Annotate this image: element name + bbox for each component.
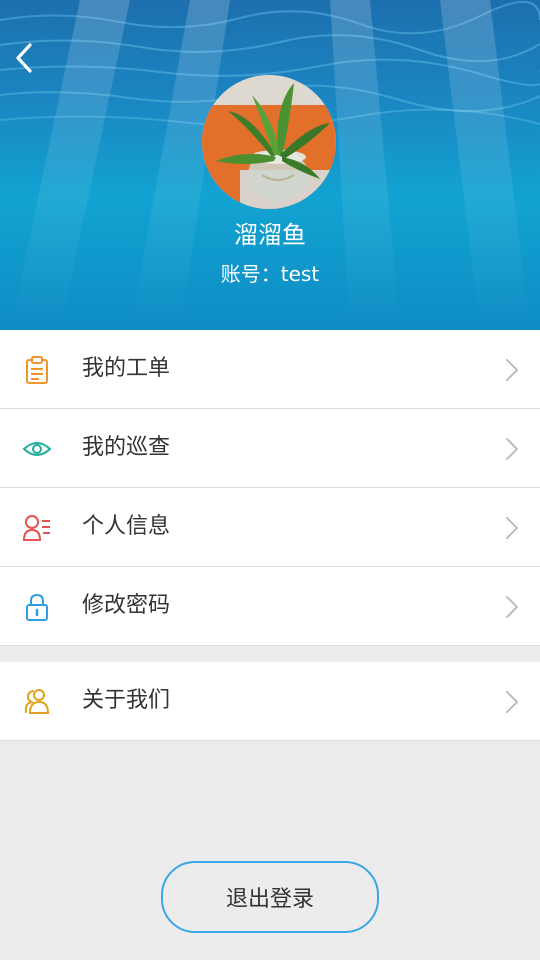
- menu-item-label: 我的巡查: [82, 435, 171, 460]
- back-button[interactable]: [8, 38, 40, 78]
- menu-item-work-orders[interactable]: 我的工单: [0, 330, 540, 409]
- menu-item-about-us[interactable]: 关于我们: [0, 662, 540, 741]
- menu-item-label: 个人信息: [82, 514, 171, 539]
- clipboard-icon: [22, 355, 52, 385]
- chevron-right-icon: [506, 691, 518, 713]
- eye-icon: [22, 434, 52, 464]
- menu-item-label: 修改密码: [82, 593, 171, 618]
- user-name: 溜溜鱼: [234, 221, 306, 249]
- menu-item-inspections[interactable]: 我的巡查: [0, 409, 540, 488]
- menu-item-personal-info[interactable]: 个人信息: [0, 488, 540, 567]
- menu-group-secondary: 关于我们: [0, 662, 540, 741]
- logout-button[interactable]: 退出登录: [161, 861, 379, 933]
- user-card-icon: [22, 513, 52, 543]
- chevron-right-icon: [506, 596, 518, 618]
- menu-item-label: 关于我们: [82, 688, 171, 713]
- menu-item-change-password[interactable]: 修改密码: [0, 567, 540, 646]
- chevron-right-icon: [506, 438, 518, 460]
- menu-group-main: 我的工单 我的巡查 个人信息 修改密码: [0, 330, 540, 646]
- avatar-plant-image: [202, 75, 336, 209]
- chevron-left-icon: [16, 43, 32, 73]
- lock-icon: [22, 592, 52, 622]
- chevron-right-icon: [506, 517, 518, 539]
- users-icon: [22, 687, 52, 717]
- menu-item-label: 我的工单: [82, 356, 171, 381]
- chevron-right-icon: [506, 359, 518, 381]
- profile-header: 溜溜鱼 账号：test: [0, 0, 540, 330]
- avatar: [202, 75, 336, 209]
- account-id: 账号：test: [220, 262, 320, 286]
